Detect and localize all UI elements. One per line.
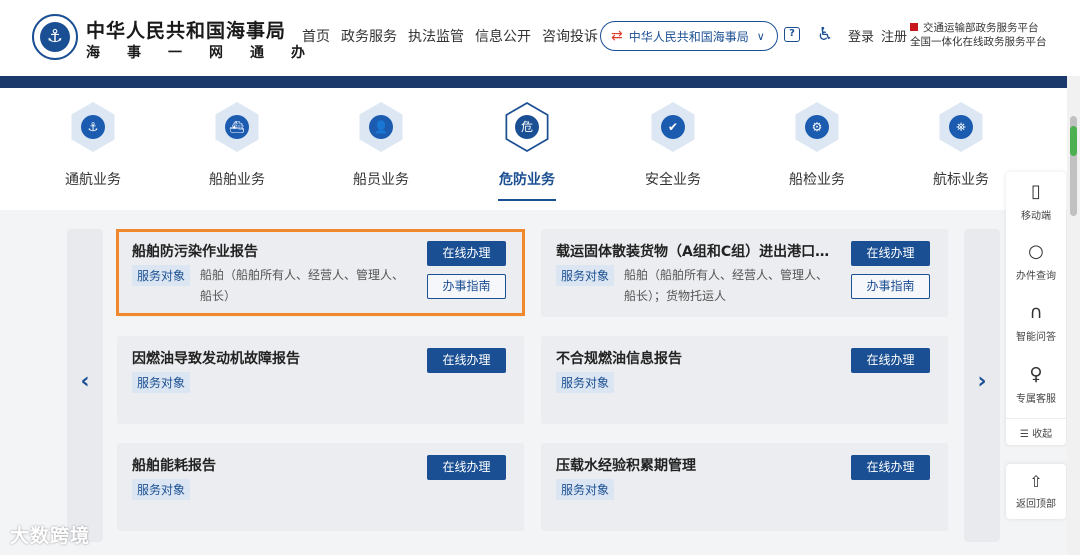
- card-title: 压载水经验积累期管理: [556, 458, 696, 474]
- back-to-top-label: 返回顶部: [1016, 499, 1056, 510]
- org-select-value: 中华人民共和国海事局: [628, 29, 749, 44]
- headset-icon: ∩: [1029, 302, 1043, 323]
- online-apply-button[interactable]: 在线办理: [427, 348, 506, 373]
- inspection-icon: ⚙: [805, 115, 829, 139]
- side-mobile-label: 移动端: [1021, 211, 1051, 222]
- tab-label: 船舶业务: [209, 172, 265, 188]
- watermark: 大数跨境: [10, 525, 91, 547]
- side-collapse-label: 收起: [1032, 429, 1053, 440]
- service-target-tag: 服务对象: [132, 479, 191, 500]
- mobile-icon: ▯: [1031, 181, 1041, 202]
- register-link[interactable]: 注册: [881, 26, 907, 45]
- tab-beacon[interactable]: ⛯ 航标业务: [916, 102, 1006, 189]
- user-icon: ♀: [1029, 364, 1043, 385]
- accessibility-icon[interactable]: ♿: [817, 24, 833, 45]
- side-qa[interactable]: ∩ 智能问答: [1006, 302, 1066, 344]
- header-divider-bar: [0, 76, 1067, 88]
- online-apply-button[interactable]: 在线办理: [427, 455, 506, 480]
- tab-navigation[interactable]: ⚓ 通航业务: [48, 102, 138, 189]
- crew-icon: 👤: [369, 115, 393, 139]
- side-collapse-button[interactable]: ☰ 收起: [1006, 418, 1066, 440]
- card-title: 载运固体散装货物（A组和C组）进出港口…: [556, 244, 830, 260]
- category-tabs: ⚓ 通航业务 ⛴ 船舶业务 👤 船员业务 危 危防业务 ✔ 安全业务 ⚙ 船检业…: [0, 88, 1067, 210]
- search-icon: ○: [1028, 241, 1044, 262]
- login-link[interactable]: 登录: [848, 26, 874, 45]
- side-query[interactable]: ○ 办件查询: [1006, 241, 1066, 283]
- nav-item-info[interactable]: 信息公开: [475, 26, 531, 46]
- side-mobile[interactable]: ▯ 移动端: [1006, 181, 1066, 223]
- back-to-top-button[interactable]: ⇧ 返回顶部: [1006, 464, 1066, 519]
- chevron-right-icon: ›: [977, 369, 987, 394]
- card-title: 因燃油导致发动机故障报告: [132, 351, 300, 367]
- tab-ship[interactable]: ⛴ 船舶业务: [192, 102, 282, 189]
- next-page-button[interactable]: ›: [964, 229, 1000, 542]
- nav-item-services[interactable]: 政务服务: [341, 26, 397, 46]
- card-title: 船舶能耗报告: [132, 458, 216, 474]
- anchor-icon: ⚓: [81, 115, 105, 139]
- active-tab-underline: [498, 199, 556, 201]
- org-select[interactable]: ⇄ 中华人民共和国海事局 ∨: [600, 21, 778, 51]
- service-card: 不合规燃油信息报告 服务对象 在线办理: [541, 336, 948, 424]
- collapse-icon: ☰: [1019, 429, 1033, 440]
- floating-side-panel: ▯ 移动端 ○ 办件查询 ∩ 智能问答 ♀ 专属客服 ☰ 收起: [1006, 172, 1066, 445]
- shield-check-icon: ✔: [661, 115, 685, 139]
- scrollbar-indicator: [1070, 126, 1077, 156]
- tab-label: 船员业务: [353, 172, 409, 188]
- tab-safety[interactable]: ✔ 安全业务: [628, 102, 718, 189]
- service-card: 因燃油导致发动机故障报告 服务对象 在线办理: [117, 336, 524, 424]
- card-title: 不合规燃油信息报告: [556, 351, 682, 367]
- nav-item-complaints[interactable]: 咨询投诉: [542, 26, 598, 46]
- msa-logo-icon[interactable]: ⚓: [32, 14, 78, 60]
- tab-crew[interactable]: 👤 船员业务: [336, 102, 426, 189]
- service-target-tag: 服务对象: [132, 372, 191, 393]
- prev-page-button[interactable]: ‹: [67, 229, 103, 542]
- online-apply-button[interactable]: 在线办理: [851, 455, 930, 480]
- platform-line-1: 交通运输部政务服务平台: [923, 22, 1039, 34]
- service-card: 船舶能耗报告 服务对象 在线办理: [117, 443, 524, 531]
- service-target-text: 船舶（船舶所有人、经营人、管理人、船长）；货物托运人: [624, 268, 829, 303]
- top-nav: 首页 政务服务 执法监管 信息公开 咨询投诉: [302, 26, 598, 46]
- guide-button[interactable]: 办事指南: [851, 274, 930, 299]
- nav-item-enforcement[interactable]: 执法监管: [408, 26, 464, 46]
- side-query-label: 办件查询: [1016, 271, 1056, 282]
- chevron-left-icon: ‹: [80, 369, 90, 394]
- swap-icon: ⇄: [611, 28, 623, 44]
- tab-label: 安全业务: [645, 172, 701, 188]
- tab-label: 危防业务: [499, 172, 555, 188]
- platform-mark-icon: [910, 23, 918, 31]
- hazard-icon: 危: [515, 115, 539, 139]
- chevron-down-icon: ∨: [756, 29, 765, 43]
- service-card: 压载水经验积累期管理 服务对象 在线办理: [541, 443, 948, 531]
- nav-item-home[interactable]: 首页: [302, 26, 330, 46]
- site-header: ⚓ 中华人民共和国海事局 海事一网通办 首页 政务服务 执法监管 信息公开 咨询…: [0, 0, 1080, 76]
- tab-inspection[interactable]: ⚙ 船检业务: [772, 102, 862, 189]
- service-card: 载运固体散装货物（A组和C组）进出港口… 服务对象 船舶（船舶所有人、经营人、管…: [541, 229, 948, 317]
- online-apply-button[interactable]: 在线办理: [851, 348, 930, 373]
- online-apply-button[interactable]: 在线办理: [851, 241, 930, 266]
- side-service-label: 专属客服: [1016, 394, 1056, 405]
- service-target-tag: 服务对象: [556, 479, 615, 500]
- tab-hazard[interactable]: 危 危防业务: [482, 102, 572, 201]
- side-qa-label: 智能问答: [1016, 332, 1056, 343]
- side-service[interactable]: ♀ 专属客服: [1006, 364, 1066, 406]
- ship-icon: ⛴: [225, 115, 249, 139]
- platform-line-2: 全国一体化在线政务服务平台: [910, 36, 1047, 48]
- service-target-tag: 服务对象: [556, 372, 615, 393]
- tab-label: 船检业务: [789, 172, 845, 188]
- brand-title: 中华人民共和国海事局: [86, 20, 287, 42]
- help-icon[interactable]: ?: [784, 27, 800, 42]
- platform-links[interactable]: 交通运输部政务服务平台 全国一体化在线政务服务平台: [910, 21, 1047, 49]
- lighthouse-icon: ⛯: [949, 115, 973, 139]
- tab-label: 通航业务: [65, 172, 121, 188]
- tab-label: 航标业务: [933, 172, 989, 188]
- page-scrollbar[interactable]: [1067, 76, 1080, 555]
- service-target-tag: 服务对象: [556, 265, 615, 286]
- highlight-box: [116, 229, 525, 316]
- arrow-up-icon: ⇧: [1029, 472, 1043, 491]
- brand-subtitle: 海事一网通办: [86, 45, 332, 61]
